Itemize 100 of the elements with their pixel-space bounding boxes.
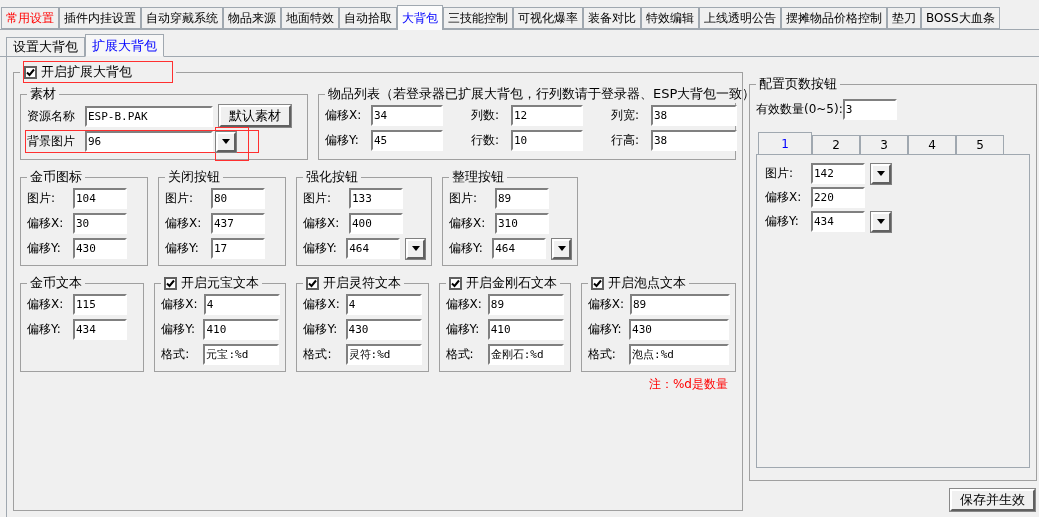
input-field[interactable]: 34 bbox=[371, 105, 443, 126]
input-field[interactable]: 104 bbox=[73, 188, 127, 209]
tab[interactable]: 特效编辑 bbox=[641, 7, 699, 29]
input-field[interactable]: 38 bbox=[651, 105, 737, 126]
input-field[interactable]: 220 bbox=[811, 187, 865, 208]
input-field[interactable]: 38 bbox=[651, 130, 737, 151]
tab[interactable]: 物品来源 bbox=[223, 7, 281, 29]
dropdown-button[interactable] bbox=[406, 238, 425, 259]
input-field[interactable]: ESP-B.PAK bbox=[85, 105, 213, 127]
field-label: 格式: bbox=[303, 346, 333, 363]
input-field[interactable]: 115 bbox=[73, 294, 127, 315]
input-field[interactable]: 4 bbox=[203, 294, 280, 315]
input-field[interactable]: 410 bbox=[203, 319, 280, 340]
save-button[interactable]: 保存并生效 bbox=[950, 489, 1035, 511]
input-field[interactable]: 142 bbox=[811, 163, 865, 184]
checkbox[interactable] bbox=[306, 276, 320, 290]
dropdown-button[interactable] bbox=[552, 238, 571, 259]
tab[interactable]: 摆摊物品价格控制 bbox=[781, 7, 887, 29]
field-label: 行高: bbox=[611, 132, 641, 149]
input-field[interactable]: 80 bbox=[211, 188, 265, 209]
input-field[interactable]: 430 bbox=[629, 319, 729, 340]
tab[interactable]: 5 bbox=[956, 135, 1004, 155]
group-title: 金币图标 bbox=[30, 168, 82, 186]
input-field[interactable]: 430 bbox=[73, 238, 127, 259]
tab[interactable]: 扩展大背包 bbox=[85, 34, 164, 57]
input-field[interactable]: 金刚石:%d bbox=[487, 344, 564, 365]
dropdown-button[interactable] bbox=[216, 131, 236, 152]
input-field[interactable]: 元宝:%d bbox=[203, 344, 280, 365]
input-field[interactable]: 89 bbox=[629, 294, 730, 315]
group-title: 开启灵符文本 bbox=[323, 274, 402, 292]
dropdown-button[interactable] bbox=[871, 211, 891, 232]
input-field[interactable]: 434 bbox=[811, 211, 865, 232]
input-field[interactable]: 464 bbox=[492, 238, 547, 259]
input-field[interactable]: 30 bbox=[73, 213, 127, 234]
input-field[interactable]: 96 bbox=[85, 131, 213, 152]
tab[interactable]: 自动拾取 bbox=[339, 7, 397, 29]
dropdown-button[interactable] bbox=[871, 163, 891, 184]
field-label: 偏移X: bbox=[165, 215, 203, 232]
tab[interactable]: 垫刀 bbox=[887, 7, 921, 29]
field-label: 行数: bbox=[471, 132, 501, 149]
input-field[interactable]: 89 bbox=[495, 188, 549, 209]
input-field[interactable]: 133 bbox=[349, 188, 403, 209]
tab[interactable]: 地面特效 bbox=[281, 7, 339, 29]
tab[interactable]: 2 bbox=[812, 135, 860, 155]
tab[interactable]: BOSS大血条 bbox=[921, 7, 1000, 29]
field-label: 资源名称 bbox=[27, 107, 76, 125]
input-field[interactable]: 310 bbox=[495, 213, 549, 234]
tab[interactable]: 插件内挂设置 bbox=[59, 7, 141, 29]
checkbox[interactable] bbox=[24, 65, 37, 79]
input-field[interactable]: 泡点:%d bbox=[629, 344, 729, 365]
field-label: 偏移Y: bbox=[325, 132, 360, 149]
default-material-button[interactable]: 默认素材 bbox=[219, 105, 291, 127]
field-label: 偏移X: bbox=[765, 189, 803, 206]
caret-icon bbox=[222, 139, 230, 144]
field-label: 图片: bbox=[765, 165, 795, 182]
field-label: 偏移Y: bbox=[445, 321, 481, 338]
field-label: 偏移X: bbox=[303, 215, 341, 232]
field-label: 偏移X: bbox=[325, 107, 363, 124]
tab[interactable]: 1 bbox=[758, 132, 812, 155]
input-field[interactable]: 410 bbox=[487, 319, 564, 340]
note-text: 注：%d是数量 bbox=[648, 376, 728, 393]
input-field[interactable]: 17 bbox=[211, 238, 265, 259]
input-field[interactable]: 434 bbox=[73, 319, 127, 340]
checkbox[interactable] bbox=[164, 276, 178, 290]
tab[interactable]: 设置大背包 bbox=[6, 37, 85, 57]
tab[interactable]: 自动穿戴系统 bbox=[141, 7, 223, 29]
tab[interactable]: 装备对比 bbox=[583, 7, 641, 29]
field-label: 偏移X: bbox=[27, 215, 65, 232]
tab[interactable]: 可视化爆率 bbox=[513, 7, 583, 29]
input-field[interactable]: 3 bbox=[842, 99, 897, 120]
field-label: 偏移X: bbox=[161, 296, 198, 313]
field-label: 背景图片 bbox=[27, 133, 76, 150]
input-field[interactable]: 437 bbox=[211, 213, 265, 234]
input-field[interactable]: 45 bbox=[371, 130, 443, 151]
group-title: 整理按钮 bbox=[452, 168, 504, 186]
tab[interactable]: 上线透明公告 bbox=[699, 7, 781, 29]
input-field[interactable]: 89 bbox=[487, 294, 564, 315]
input-field[interactable]: 灵符:%d bbox=[345, 344, 422, 365]
input-field[interactable]: 464 bbox=[346, 238, 401, 259]
field-label: 偏移X: bbox=[303, 296, 340, 313]
input-field[interactable]: 400 bbox=[349, 213, 403, 234]
group-title: 物品列表（若登录器已扩展大背包，行列数请于登录器、ESP大背包一致） bbox=[328, 85, 756, 103]
tab[interactable]: 三技能控制 bbox=[443, 7, 513, 29]
input-field[interactable]: 10 bbox=[511, 130, 583, 151]
tab[interactable]: 大背包 bbox=[397, 5, 443, 30]
tab[interactable]: 4 bbox=[908, 135, 956, 155]
field-label: 偏移Y: bbox=[303, 321, 339, 338]
checkbox[interactable] bbox=[448, 276, 462, 290]
field-label: 格式: bbox=[161, 346, 191, 363]
input-field[interactable]: 4 bbox=[345, 294, 422, 315]
field-label: 列宽: bbox=[611, 107, 641, 124]
group-title: 关闭按钮 bbox=[168, 168, 220, 186]
checkbox[interactable] bbox=[590, 276, 604, 290]
group-title: 开启元宝文本 bbox=[181, 274, 260, 292]
group-title: 强化按钮 bbox=[306, 168, 358, 186]
input-field[interactable]: 430 bbox=[345, 319, 422, 340]
tab[interactable]: 3 bbox=[860, 135, 908, 155]
field-label: 偏移Y: bbox=[165, 240, 200, 257]
input-field[interactable]: 12 bbox=[511, 105, 583, 126]
tab[interactable]: 常用设置 bbox=[1, 7, 59, 29]
